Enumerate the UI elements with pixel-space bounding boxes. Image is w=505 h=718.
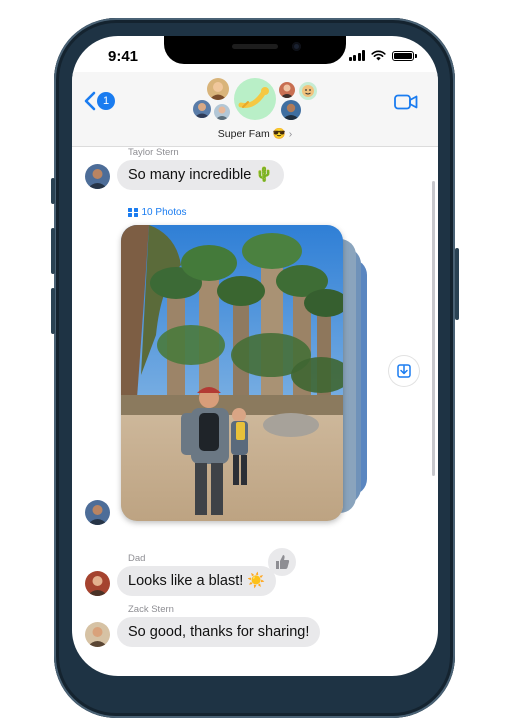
notch bbox=[164, 36, 346, 64]
group-name[interactable]: Super Fam 😎 › bbox=[72, 127, 438, 140]
grid-icon bbox=[128, 207, 138, 218]
back-button[interactable]: 1 bbox=[84, 91, 115, 111]
volume-up-button bbox=[51, 228, 55, 274]
sender-avatar bbox=[85, 500, 110, 525]
group-avatar bbox=[299, 82, 317, 100]
save-to-library-icon bbox=[397, 364, 411, 378]
action-button bbox=[51, 178, 55, 204]
power-button bbox=[455, 248, 459, 320]
group-memoji-avatar bbox=[234, 78, 276, 120]
message-bubble[interactable]: Looks like a blast! ☀️ bbox=[117, 566, 277, 596]
video-camera-icon bbox=[394, 94, 418, 110]
chevron-right-icon: › bbox=[288, 128, 293, 140]
message-bubble[interactable]: So good, thanks for sharing! bbox=[117, 617, 321, 647]
sender-name: Taylor Stern bbox=[128, 147, 179, 158]
sender-avatar bbox=[85, 622, 110, 647]
group-avatar bbox=[279, 82, 295, 98]
photo-count-label[interactable]: 10 Photos bbox=[128, 207, 187, 218]
chevron-left-icon bbox=[84, 91, 96, 111]
group-avatar bbox=[193, 100, 211, 118]
unread-badge: 1 bbox=[97, 92, 115, 110]
photo-main[interactable] bbox=[121, 225, 343, 521]
facetime-button[interactable] bbox=[394, 94, 418, 115]
wifi-icon bbox=[371, 50, 386, 61]
message-bubble[interactable]: So many incredible 🌵 bbox=[117, 160, 285, 190]
group-avatar bbox=[281, 100, 301, 120]
status-icons bbox=[348, 50, 417, 61]
screen: 9:41 1 Super Fam 😎 › Taylor Stern So man… bbox=[72, 36, 438, 676]
group-avatar bbox=[207, 78, 229, 100]
battery-icon bbox=[392, 50, 417, 61]
sender-name: Dad bbox=[128, 553, 146, 564]
volume-down-button bbox=[51, 288, 55, 334]
status-time: 9:41 bbox=[108, 48, 139, 65]
conversation-header: 1 Super Fam 😎 › bbox=[72, 72, 438, 147]
sender-avatar bbox=[85, 164, 110, 189]
sender-avatar bbox=[85, 571, 110, 596]
palm-oasis-photo bbox=[121, 225, 343, 521]
front-camera bbox=[292, 42, 301, 51]
sender-name: Zack Stern bbox=[128, 604, 174, 615]
speaker-grille bbox=[232, 44, 278, 49]
scroll-indicator[interactable] bbox=[432, 181, 435, 476]
save-photos-button[interactable] bbox=[389, 356, 419, 386]
cellular-signal-icon bbox=[348, 50, 365, 61]
group-avatar bbox=[214, 104, 230, 120]
